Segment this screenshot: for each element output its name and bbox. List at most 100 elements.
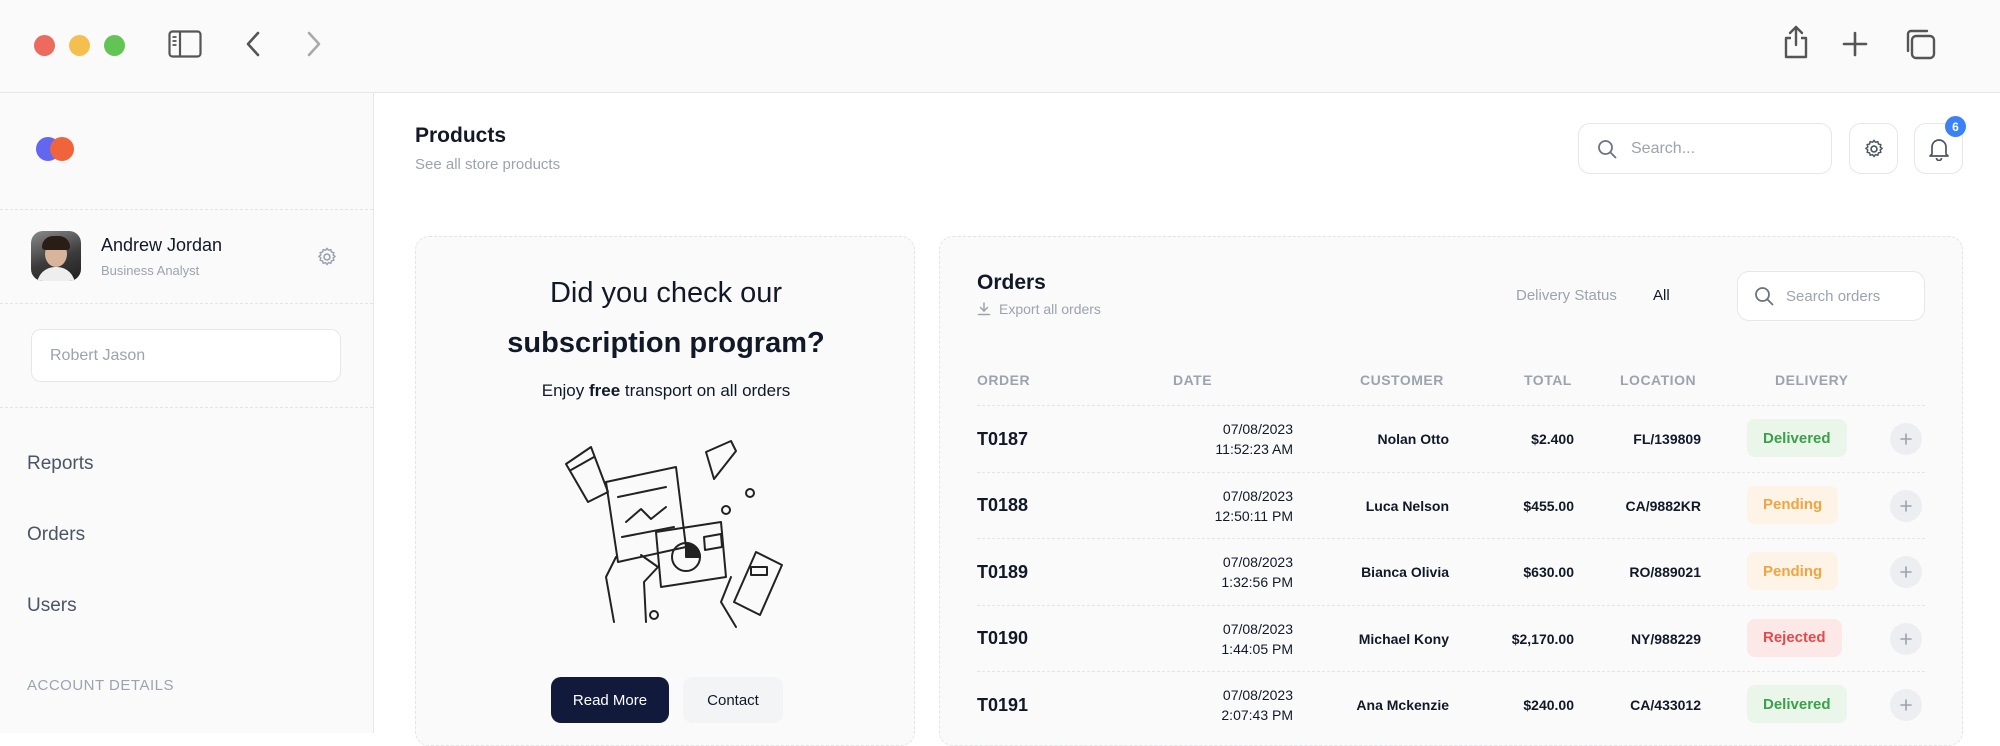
order-date-time: 1:44:05 PM (1221, 640, 1293, 657)
order-id[interactable]: T0190 (977, 606, 1028, 672)
expand-row-button[interactable] (1890, 489, 1922, 522)
search-input[interactable]: Search... (1578, 123, 1832, 174)
table-row[interactable]: T0188 07/08/2023 12:50:11 PM Luca Nelson $45… (977, 471, 1925, 539)
zoom-window-button[interactable] (104, 35, 125, 56)
shopping-illustration (565, 440, 783, 628)
table-row[interactable]: T0189 07/08/2023 1:32:56 PM Bianca Olivia $6… (977, 538, 1925, 604)
order-customer: Ana Mckenzie (1356, 697, 1449, 713)
order-customer: Michael Kony (1358, 630, 1449, 647)
section-label: ACCOUNT DETAILS (27, 677, 174, 694)
table-row[interactable]: T0191 07/08/2023 2:07:43 PM Ana Mckenzie $24… (977, 671, 1925, 737)
order-id[interactable]: T0188 (977, 473, 1028, 539)
export-orders-link[interactable]: Export all orders (977, 301, 1101, 317)
plus-icon (1900, 433, 1912, 445)
read-more-button[interactable]: Read More (551, 677, 669, 723)
plus-icon (1900, 499, 1912, 512)
promo-heading: Did you check our (549, 277, 783, 309)
minimize-window-button[interactable] (69, 35, 90, 56)
order-date-day: 07/08/2023 (1222, 487, 1293, 504)
status-badge: Pending (1747, 485, 1839, 524)
back-icon[interactable] (244, 30, 262, 58)
user-role: Business Analyst (101, 263, 200, 278)
sidebar-toggle-icon[interactable] (168, 30, 202, 58)
order-location: CA/433012 (1630, 697, 1701, 713)
column-header-delivery[interactable]: DELIVERY (1775, 372, 1849, 388)
sidebar-item-users[interactable]: Users (27, 595, 77, 617)
order-total: $240.00 (1523, 697, 1574, 713)
export-label: Export all orders (999, 301, 1101, 317)
order-date: 07/08/2023 1:32:56 PM (1221, 539, 1293, 605)
expand-row-button[interactable] (1890, 622, 1922, 655)
orders-title: Orders (977, 271, 1046, 294)
order-date-day: 07/08/2023 (1222, 421, 1293, 437)
order-date-time: 11:52:23 AM (1215, 441, 1293, 457)
new-tab-icon[interactable] (1841, 30, 1869, 58)
tabs-overview-icon[interactable] (1903, 27, 1937, 61)
order-location: RO/889021 (1629, 564, 1701, 580)
bell-icon (1928, 138, 1949, 161)
order-date-time: 12:50:11 PM (1214, 507, 1293, 524)
promo-card: Did you check our subscription program? … (415, 236, 915, 746)
status-badge: Delivered (1747, 419, 1847, 457)
gear-icon (1864, 139, 1883, 157)
orders-search-placeholder: Search orders (1786, 287, 1881, 305)
user-name: Andrew Jordan (101, 235, 223, 255)
settings-button[interactable] (1849, 123, 1898, 174)
notification-badge: 6 (1945, 116, 1966, 137)
table-row[interactable]: T0190 07/08/2023 1:44:05 PM Michael Kony $2,… (977, 604, 1925, 672)
table-row[interactable]: T0187 07/08/2023 11:52:23 AM Nolan Otto $2.4… (977, 405, 1925, 471)
delivery-status-filter[interactable]: All (1653, 287, 1670, 304)
order-date: 07/08/2023 1:44:05 PM (1221, 606, 1293, 672)
order-customer: Luca Nelson (1365, 497, 1449, 514)
orders-search-input[interactable]: Search orders (1737, 271, 1925, 321)
gear-icon[interactable] (316, 246, 338, 268)
orders-card: Orders Export all orders Delivery Status… (939, 236, 1963, 746)
close-window-button[interactable] (34, 35, 55, 56)
plus-icon (1900, 566, 1912, 578)
order-date-day: 07/08/2023 (1222, 554, 1293, 570)
sidebar-item-orders[interactable]: Orders (27, 524, 85, 546)
sidebar-item-reports[interactable]: Reports (27, 453, 94, 475)
window-toolbar (0, 0, 2000, 93)
contact-button[interactable]: Contact (683, 677, 783, 723)
avatar[interactable] (31, 231, 81, 281)
column-header-date[interactable]: DATE (1173, 372, 1212, 388)
order-total: $455.00 (1523, 497, 1574, 514)
expand-row-button[interactable] (1890, 689, 1922, 721)
divider (0, 407, 373, 408)
order-location: NY/988229 (1630, 630, 1701, 647)
expand-row-button[interactable] (1890, 556, 1922, 588)
plus-icon (1900, 699, 1912, 711)
order-total: $2.400 (1531, 431, 1574, 447)
column-header-location[interactable]: LOCATION (1620, 372, 1696, 388)
order-date-day: 07/08/2023 (1222, 687, 1293, 703)
divider (0, 209, 373, 210)
search-icon (1598, 139, 1617, 158)
order-date-time: 1:32:56 PM (1221, 574, 1293, 590)
column-header-total[interactable]: TOTAL (1524, 372, 1572, 388)
order-id[interactable]: T0191 (977, 672, 1028, 738)
column-header-customer[interactable]: CUSTOMER (1360, 372, 1444, 388)
order-id[interactable]: T0189 (977, 539, 1028, 605)
sidebar: Andrew Jordan Business Analyst Robert Ja… (0, 93, 374, 733)
app-logo[interactable] (36, 137, 76, 161)
share-icon[interactable] (1781, 24, 1811, 60)
page-title: Products (415, 124, 507, 147)
promo-heading-bold: subscription program? (507, 327, 825, 359)
column-header-order[interactable]: ORDER (977, 372, 1030, 388)
account-field[interactable]: Robert Jason (31, 329, 341, 382)
order-total: $630.00 (1523, 564, 1574, 580)
page-subtitle: See all store products (415, 156, 561, 173)
forward-icon[interactable] (305, 30, 323, 58)
promo-text: Enjoy free transport on all orders (541, 381, 791, 400)
order-date: 07/08/2023 12:50:11 PM (1215, 473, 1293, 539)
status-badge: Delivered (1747, 685, 1847, 723)
expand-row-button[interactable] (1890, 423, 1922, 455)
status-badge: Rejected (1747, 618, 1842, 657)
order-id[interactable]: T0187 (977, 406, 1028, 472)
order-location: FL/139809 (1633, 431, 1701, 447)
order-total: $2,170.00 (1511, 630, 1574, 647)
plus-icon (1900, 632, 1912, 645)
download-icon (977, 302, 991, 316)
order-customer: Nolan Otto (1377, 431, 1449, 447)
